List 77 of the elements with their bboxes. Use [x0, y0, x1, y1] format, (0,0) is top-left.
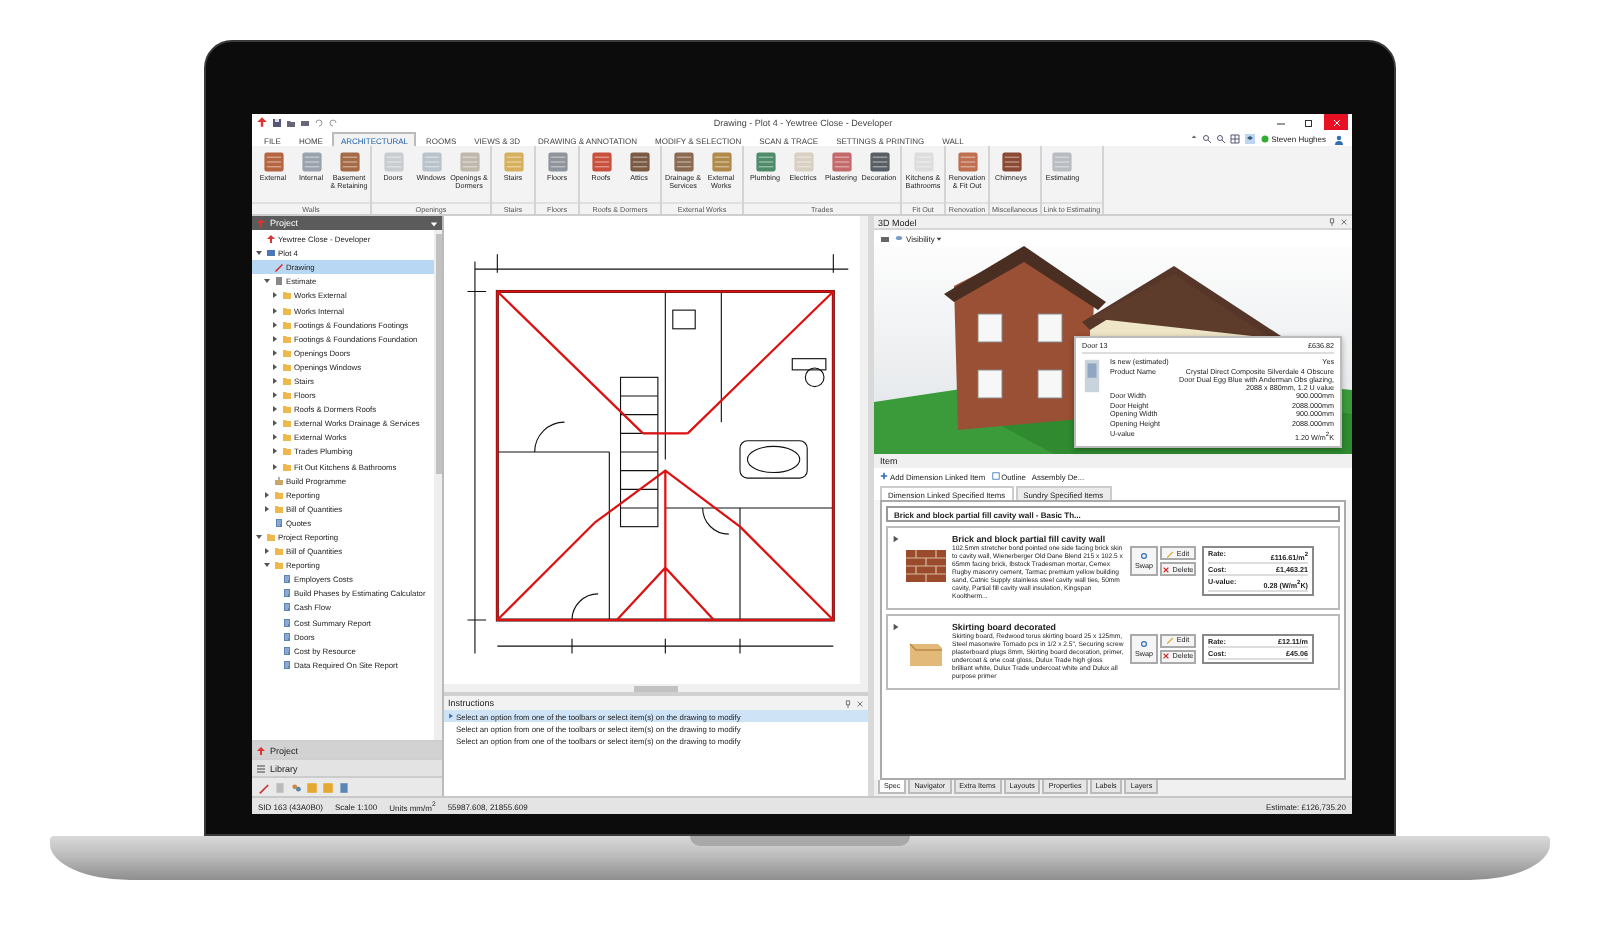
pencil-icon	[1166, 549, 1175, 557]
close-icon	[856, 699, 864, 707]
scrollbar[interactable]	[434, 230, 442, 740]
scrollbar-thumb[interactable]	[435, 234, 441, 474]
tool-icon	[955, 150, 979, 174]
caret-icon	[936, 235, 943, 241]
layers-icon	[1243, 133, 1256, 143]
report-icon	[282, 588, 292, 599]
pin-icon	[844, 699, 852, 707]
swap-icon	[1140, 552, 1148, 560]
undo-icon	[314, 117, 324, 127]
expander-icon	[892, 534, 900, 544]
tool-icon	[589, 150, 613, 174]
tool-icon	[709, 150, 733, 174]
report-icon	[274, 517, 284, 528]
scrollbar[interactable]	[444, 684, 868, 692]
tool-icon	[671, 150, 695, 174]
users-icon	[290, 781, 302, 793]
tool-icon	[791, 150, 815, 174]
swap-icon	[1140, 639, 1148, 648]
box-icon	[322, 781, 334, 793]
pin-icon	[1328, 218, 1336, 226]
estimate-icon	[274, 276, 284, 287]
save-icon	[272, 117, 282, 127]
door-icon	[1082, 358, 1102, 394]
close-icon	[1340, 218, 1348, 226]
tool-icon	[753, 150, 777, 174]
box-icon	[306, 781, 318, 793]
tool-icon	[337, 150, 361, 174]
report-icon	[282, 574, 292, 585]
brick-thumbnail-icon	[906, 550, 946, 582]
document-icon	[338, 781, 350, 793]
redo-icon	[328, 117, 338, 127]
status-icon	[1259, 133, 1270, 143]
delete-icon	[1162, 565, 1171, 573]
grid-icon	[1229, 133, 1240, 143]
tool-icon	[299, 150, 323, 174]
outline-icon	[991, 472, 1000, 480]
report-icon	[282, 602, 292, 613]
eye-icon	[894, 234, 904, 242]
tool-icon	[261, 150, 285, 174]
tool-icon	[829, 150, 853, 174]
tool-icon	[1050, 150, 1075, 174]
scrollbar[interactable]	[860, 216, 868, 684]
tool-icon	[627, 150, 651, 174]
tool-icon	[381, 150, 405, 174]
tool-icon	[867, 150, 891, 174]
scrollbar-thumb[interactable]	[634, 685, 679, 691]
tool-icon	[419, 150, 443, 174]
app-logo-icon	[256, 116, 268, 128]
magnifier-icon	[1215, 133, 1226, 143]
project-icon	[256, 745, 266, 755]
expander-icon	[892, 621, 900, 632]
plot-icon	[266, 248, 276, 259]
minimize-icon	[1275, 117, 1285, 127]
books-icon	[256, 763, 266, 773]
close-icon	[1331, 117, 1341, 127]
close-button[interactable]	[1324, 114, 1348, 130]
delete-icon	[1162, 652, 1171, 661]
programme-icon	[274, 475, 284, 486]
report-icon	[282, 645, 292, 656]
pencil-icon	[1166, 636, 1175, 645]
tool-icon	[501, 150, 525, 174]
report-icon	[282, 617, 292, 628]
camera-icon	[880, 233, 890, 243]
document-icon	[274, 781, 286, 793]
drawing-icon	[274, 262, 284, 273]
tool-icon	[999, 150, 1023, 174]
user-icon	[1334, 134, 1344, 146]
magnifier-icon	[1201, 133, 1212, 143]
plus-icon	[880, 472, 888, 480]
restore-icon	[1303, 117, 1313, 127]
tool-icon	[457, 150, 481, 174]
report-icon	[282, 631, 292, 642]
tool-icon	[545, 150, 569, 174]
pointer-icon	[448, 712, 454, 720]
report-icon	[282, 659, 292, 670]
